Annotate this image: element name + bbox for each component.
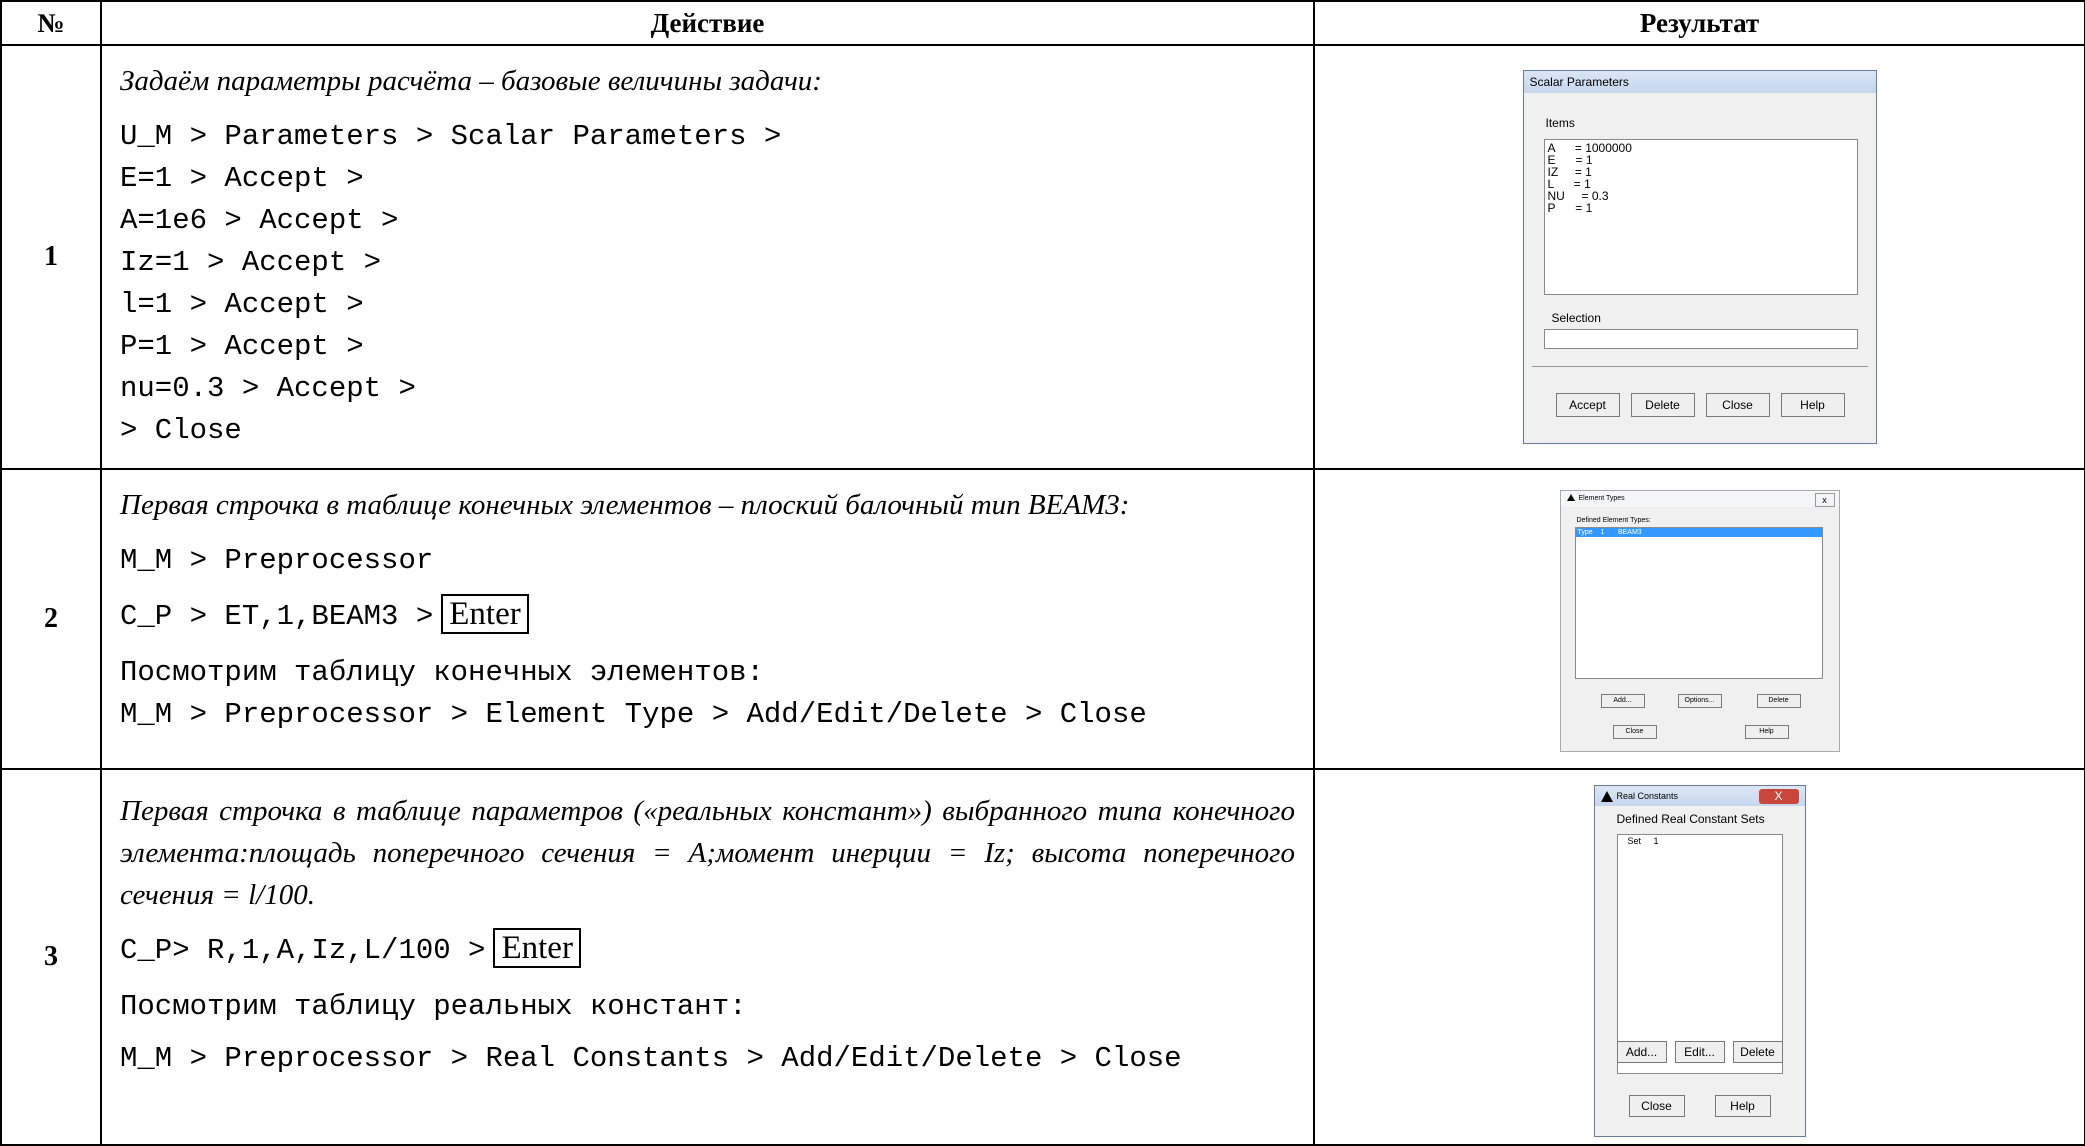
- dialog-title: Element Types: [1578, 494, 1625, 502]
- code-text: C_P> R,1,A,Iz,L/100 >: [120, 934, 486, 967]
- close-icon[interactable]: X: [1758, 789, 1799, 804]
- action-cell: Первая строчка в таблице параметров («ре…: [100, 768, 1315, 1146]
- code-line: E=1 > Accept >: [120, 162, 364, 195]
- dialog-title-bar: Real Constants X: [1594, 786, 1805, 806]
- list-item: IZ = 1: [1547, 165, 1592, 179]
- delete-button[interactable]: Delete: [1756, 693, 1801, 708]
- real-constants-dialog: Real Constants X Defined Real Constant S…: [1593, 785, 1806, 1137]
- ansys-logo-icon: [1600, 791, 1613, 803]
- items-label: Items: [1545, 116, 1575, 130]
- list-item: NU = 0.3: [1547, 189, 1609, 203]
- ansys-logo-icon: [1566, 494, 1575, 502]
- result-cell: Element Types x Defined Element Types: T…: [1313, 468, 2085, 770]
- code-line: C_P > ET,1,BEAM3 > Enter: [120, 594, 1295, 638]
- list-item: E = 1: [1547, 153, 1593, 167]
- action-intro: Задаём параметры расчёта – базовые велич…: [120, 65, 822, 97]
- code-line: nu=0.3 > Accept >: [120, 372, 416, 405]
- code-line: l=1 > Accept >: [120, 288, 364, 321]
- list-item: A = 1000000: [1547, 141, 1632, 155]
- dialog-title: Real Constants: [1616, 791, 1679, 801]
- code-text: C_P > ET,1,BEAM3 >: [120, 600, 434, 633]
- table-row: 1 Задаём параметры расчёта – базовые вел…: [0, 44, 2085, 470]
- instruction-table: № Действие Результат 1 Задаём параметры …: [0, 0, 2085, 1146]
- header-result: Результат: [1313, 0, 2085, 46]
- accept-button[interactable]: Accept: [1555, 393, 1620, 417]
- action-intro: Первая строчка в таблице конечных элемен…: [120, 489, 1130, 521]
- list-item[interactable]: Set 1: [1618, 835, 1782, 847]
- scalar-parameters-dialog: Scalar Parameters Items A = 1000000 E = …: [1522, 70, 1877, 444]
- code-line: Iz=1 > Accept >: [120, 246, 382, 279]
- table-row: 3 Первая строчка в таблице параметров («…: [0, 768, 2085, 1146]
- code-line: M_M > Preprocessor > Real Constants > Ad…: [120, 1042, 1182, 1075]
- element-types-list[interactable]: Type 1 BEAM3: [1574, 526, 1823, 679]
- code-line: A=1e6 > Accept >: [120, 204, 399, 237]
- action-cell: Задаём параметры расчёта – базовые велич…: [100, 44, 1315, 470]
- header-num: №: [0, 0, 102, 46]
- edit-button[interactable]: Edit...: [1674, 1041, 1725, 1063]
- code-line: M_M > Preprocessor: [120, 544, 434, 577]
- list-item-selected[interactable]: Type 1 BEAM3: [1575, 527, 1822, 537]
- help-button[interactable]: Help: [1714, 1095, 1771, 1117]
- list-item: P = 1: [1547, 201, 1593, 215]
- row-number: 2: [0, 468, 102, 770]
- dialog-title-bar: Element Types x: [1560, 490, 1839, 507]
- element-types-dialog: Element Types x Defined Element Types: T…: [1559, 489, 1840, 752]
- action-subtitle: Посмотрим таблицу реальных констант:: [120, 990, 747, 1023]
- dialog-title: Scalar Parameters: [1523, 71, 1876, 93]
- selection-input[interactable]: [1543, 329, 1858, 349]
- defined-sets-label: Defined Real Constant Sets: [1616, 812, 1765, 826]
- close-button[interactable]: Close: [1628, 1095, 1685, 1117]
- options-button[interactable]: Options...: [1677, 693, 1722, 708]
- delete-button[interactable]: Delete: [1732, 1041, 1783, 1063]
- defined-types-label: Defined Element Types:: [1576, 516, 1651, 524]
- row-number: 1: [0, 44, 102, 470]
- code-line: C_P> R,1,A,Iz,L/100 > Enter: [120, 928, 1295, 972]
- action-subtitle: Посмотрим таблицу конечных элементов:: [120, 656, 764, 689]
- items-list[interactable]: A = 1000000 E = 1 IZ = 1 L = 1 NU = 0.3 …: [1543, 139, 1858, 295]
- close-icon[interactable]: x: [1814, 492, 1835, 507]
- real-constants-list[interactable]: Set 1: [1616, 834, 1783, 1074]
- table-row: 2 Первая строчка в таблице конечных элем…: [0, 468, 2085, 770]
- close-button[interactable]: Close: [1705, 393, 1770, 417]
- code-line: P=1 > Accept >: [120, 330, 364, 363]
- add-button[interactable]: Add...: [1600, 693, 1645, 708]
- help-button[interactable]: Help: [1744, 724, 1789, 739]
- enter-key: Enter: [441, 594, 529, 634]
- code-line: M_M > Preprocessor > Element Type > Add/…: [120, 698, 1147, 731]
- row-number: 3: [0, 768, 102, 1146]
- help-button[interactable]: Help: [1780, 393, 1845, 417]
- action-cell: Первая строчка в таблице конечных элемен…: [100, 468, 1315, 770]
- action-intro: Первая строчка в таблице параметров («ре…: [120, 795, 1295, 911]
- code-line: > Close: [120, 414, 242, 447]
- enter-key: Enter: [493, 928, 581, 968]
- selection-label: Selection: [1551, 311, 1601, 325]
- code-line: U_M > Parameters > Scalar Parameters >: [120, 120, 782, 153]
- table-header: № Действие Результат: [0, 0, 2085, 46]
- result-cell: Real Constants X Defined Real Constant S…: [1313, 768, 2085, 1146]
- header-action: Действие: [100, 0, 1315, 46]
- close-button[interactable]: Close: [1612, 724, 1657, 739]
- add-button[interactable]: Add...: [1616, 1041, 1667, 1063]
- result-cell: Scalar Parameters Items A = 1000000 E = …: [1313, 44, 2085, 470]
- delete-button[interactable]: Delete: [1630, 393, 1695, 417]
